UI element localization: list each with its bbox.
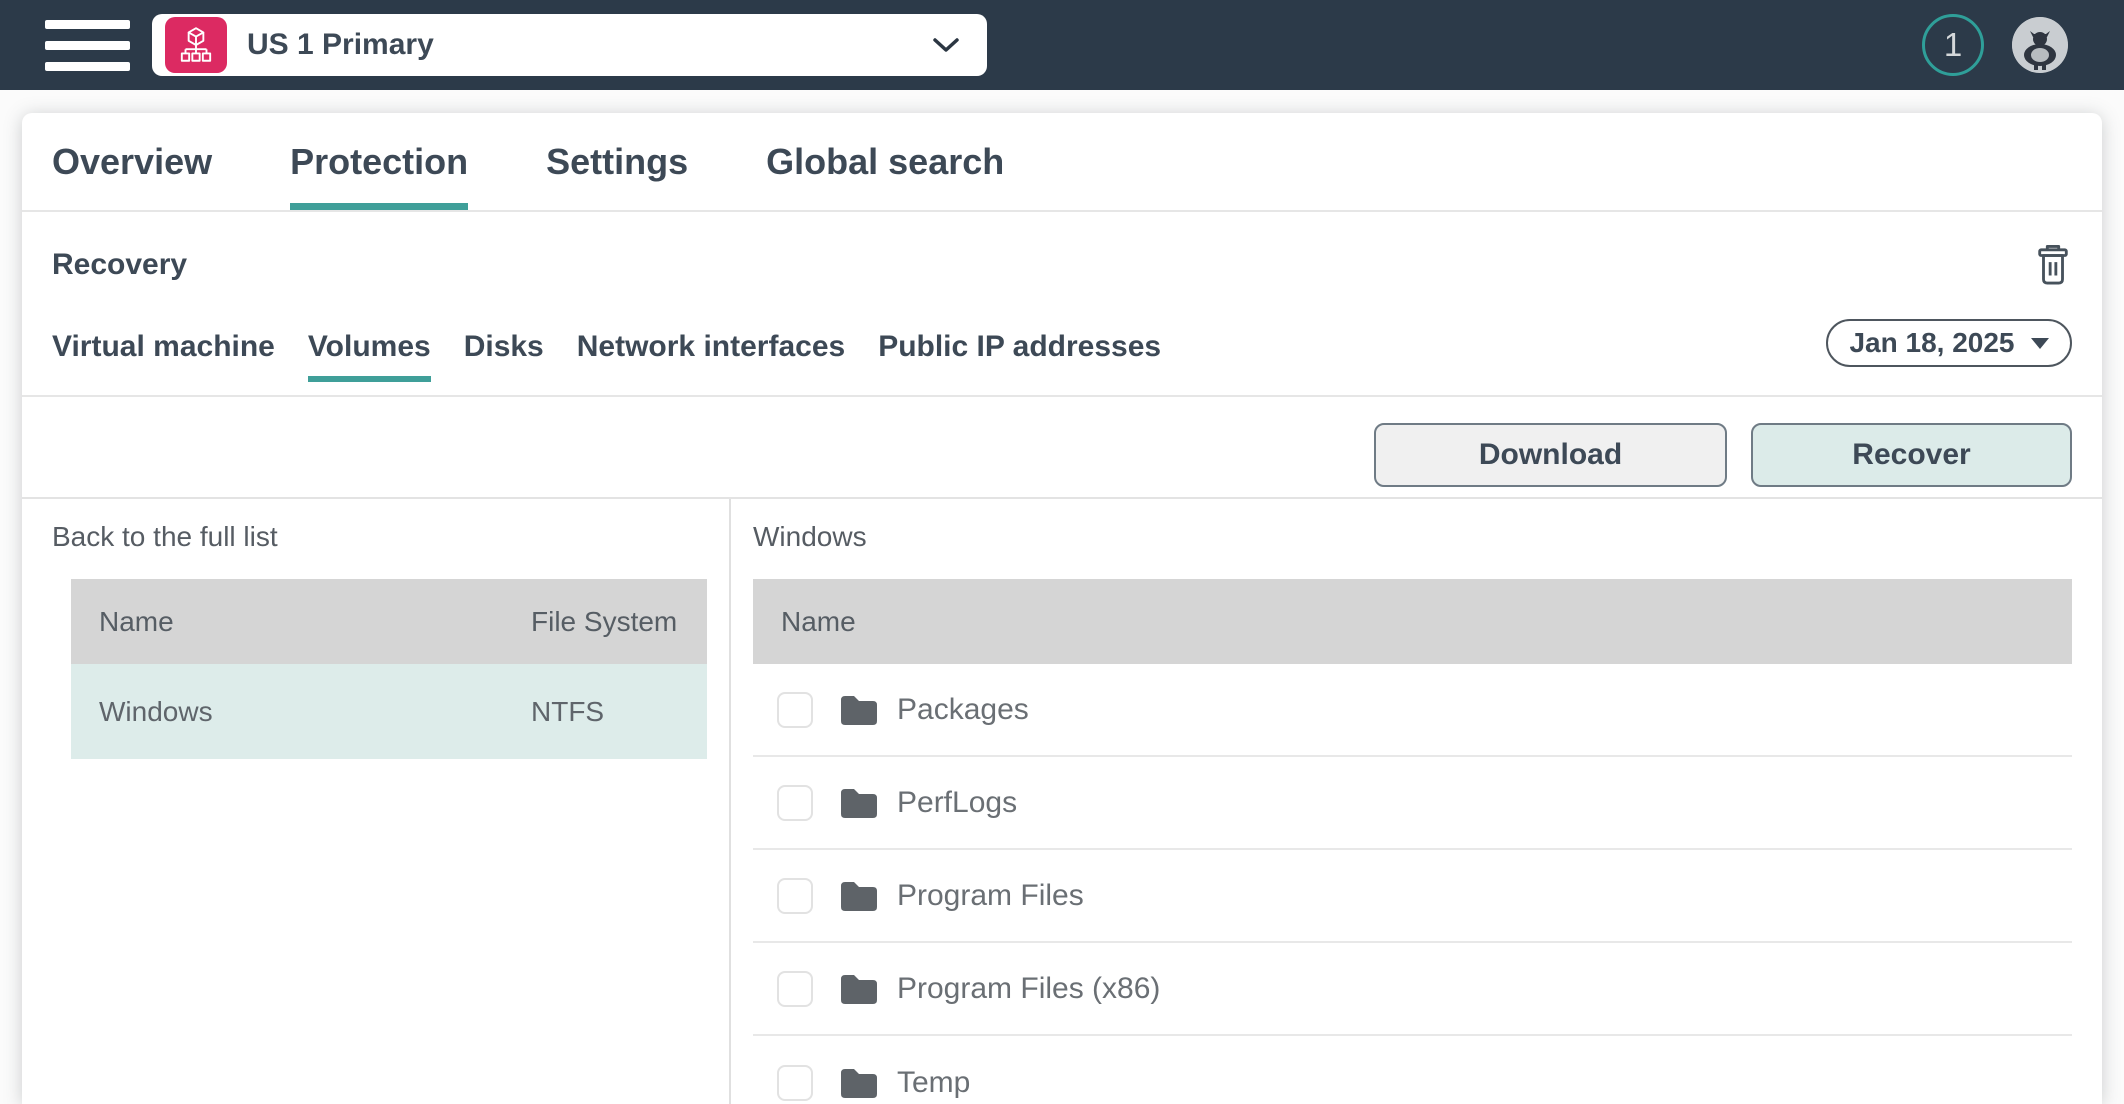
folder-icon (839, 693, 879, 727)
action-buttons: Download Recover (1374, 423, 2072, 487)
recovery-header: Recovery (52, 235, 2072, 295)
recovery-point-date: Jan 18, 2025 (1849, 327, 2014, 359)
tab-global-search[interactable]: Global search (766, 113, 1004, 210)
notification-count-badge[interactable]: 1 (1922, 14, 1984, 76)
workspace-name: US 1 Primary (247, 28, 434, 62)
table-row-folder[interactable]: Program Files (753, 850, 2072, 943)
volumes-panel: Back to the full list Name File System W… (52, 499, 729, 759)
folder-icon (839, 879, 879, 913)
folder-name: Program Files (897, 879, 1084, 913)
volumes-table: Name File System Windows NTFS (71, 579, 707, 759)
subtab-network-interfaces[interactable]: Network interfaces (577, 330, 845, 382)
content-card: Overview Protection Settings Global sear… (22, 113, 2102, 1104)
row-checkbox[interactable] (777, 1065, 813, 1101)
subtab-public-ip-addresses[interactable]: Public IP addresses (878, 330, 1161, 382)
folder-icon (839, 1066, 879, 1100)
back-to-full-list-link[interactable]: Back to the full list (52, 521, 278, 553)
table-row-folder[interactable]: Program Files (x86) (753, 943, 2072, 1036)
volume-name: Windows (99, 696, 531, 728)
tab-overview[interactable]: Overview (52, 113, 212, 210)
menu-icon[interactable] (45, 20, 130, 71)
column-name: Name (99, 606, 531, 638)
chevron-down-icon (933, 38, 959, 59)
recover-button[interactable]: Recover (1751, 423, 2072, 487)
delete-icon[interactable] (2034, 243, 2072, 287)
browser-table-header: Name (753, 579, 2072, 664)
table-row-folder[interactable]: Temp (753, 1036, 2072, 1104)
subtab-volumes[interactable]: Volumes (308, 330, 431, 382)
table-row-windows-volume[interactable]: Windows NTFS (71, 664, 707, 759)
table-row-folder[interactable]: Packages (753, 664, 2072, 757)
row-checkbox[interactable] (777, 878, 813, 914)
subtab-disks[interactable]: Disks (464, 330, 544, 382)
folder-icon (839, 972, 879, 1006)
user-avatar[interactable] (2012, 17, 2068, 73)
folder-browser-panel: Windows Name Packages PerfLogs Program F… (753, 499, 2072, 1104)
browser-volume-title: Windows (753, 521, 2072, 553)
tab-protection[interactable]: Protection (290, 113, 468, 210)
folder-name: Program Files (x86) (897, 972, 1160, 1006)
main-tabs: Overview Protection Settings Global sear… (22, 113, 2102, 212)
recovery-subtabs: Virtual machine Volumes Disks Network in… (22, 308, 2102, 397)
workspace-selector[interactable]: US 1 Primary (152, 14, 987, 76)
download-button[interactable]: Download (1374, 423, 1727, 487)
tab-settings[interactable]: Settings (546, 113, 688, 210)
row-checkbox[interactable] (777, 692, 813, 728)
volume-file-system: NTFS (531, 696, 604, 728)
caret-down-icon (2031, 338, 2049, 349)
row-checkbox[interactable] (777, 785, 813, 821)
recovery-point-date-selector[interactable]: Jan 18, 2025 (1826, 319, 2072, 367)
page-title: Recovery (52, 248, 187, 282)
subtab-virtual-machine[interactable]: Virtual machine (52, 330, 275, 382)
panel-divider (729, 499, 731, 1104)
folder-name: PerfLogs (897, 786, 1017, 820)
folder-name: Packages (897, 693, 1029, 727)
unit-cube-network-icon (165, 17, 227, 73)
table-row-folder[interactable]: PerfLogs (753, 757, 2072, 850)
volumes-table-header: Name File System (71, 579, 707, 664)
column-file-system: File System (531, 606, 677, 638)
topbar: US 1 Primary 1 (0, 0, 2124, 90)
notification-count: 1 (1944, 26, 1962, 64)
row-checkbox[interactable] (777, 971, 813, 1007)
column-name: Name (781, 606, 856, 638)
folder-icon (839, 786, 879, 820)
folder-name: Temp (897, 1066, 970, 1100)
